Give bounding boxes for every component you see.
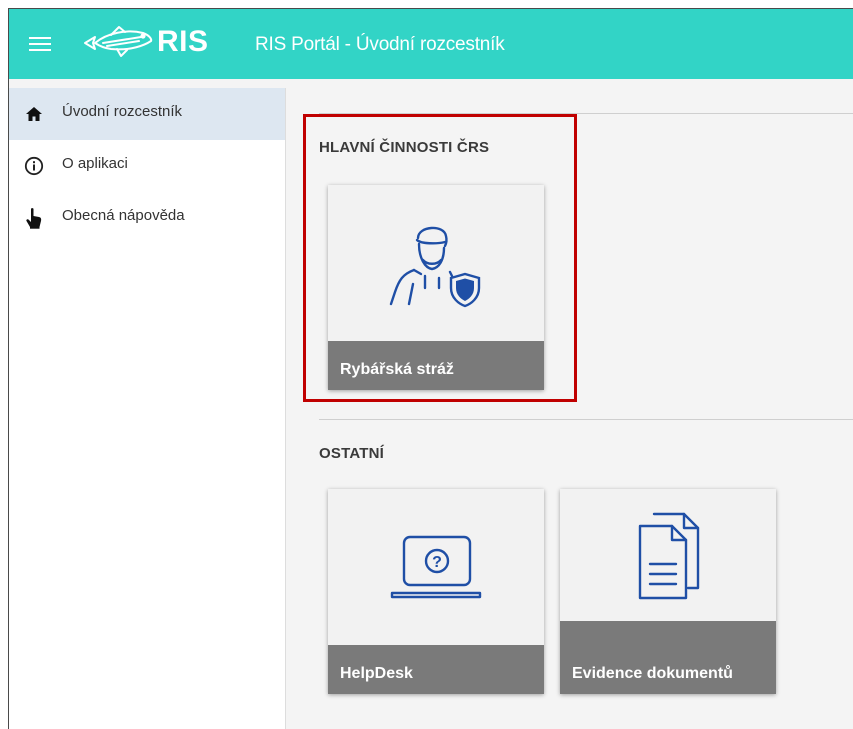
section-title-main: HLAVNÍ ČINNOSTI ČRS: [319, 139, 490, 156]
tile-evidence-dokumentu[interactable]: Evidence dokumentů: [560, 489, 776, 694]
sidebar-item-home[interactable]: Úvodní rozcestník: [9, 88, 285, 140]
tile-rybarska-straz[interactable]: Rybářská stráž: [328, 185, 544, 390]
sidebar-item-help[interactable]: Obecná nápověda: [9, 192, 285, 244]
sidebar-item-label: Úvodní rozcestník: [62, 102, 183, 120]
tile-art: [560, 489, 776, 619]
documents-icon: [638, 512, 700, 600]
laptop-question-icon: ?: [390, 535, 482, 599]
logo-text: RIS: [157, 25, 209, 58]
sidebar-item-label: O aplikaci: [62, 154, 128, 172]
info-icon: [23, 155, 45, 177]
tile-label: Evidence dokumentů: [560, 621, 776, 694]
sidebar-item-label: Obecná nápověda: [62, 206, 185, 224]
pointing-hand-icon: [23, 207, 45, 229]
tile-art: [328, 185, 544, 341]
svg-text:?: ?: [432, 554, 442, 571]
divider: [319, 419, 853, 420]
app-frame: RIS RIS Portál - Úvodní rozcestník Úvodn…: [8, 8, 853, 729]
guard-shield-icon: [389, 226, 481, 308]
tile-label: HelpDesk: [328, 645, 544, 694]
tile-helpdesk[interactable]: ? HelpDesk: [328, 489, 544, 694]
page-title: RIS Portál - Úvodní rozcestník: [255, 34, 505, 55]
hamburger-icon[interactable]: [29, 33, 51, 55]
sidebar: Úvodní rozcestník O aplikaci Obecná nápo…: [9, 79, 286, 729]
tile-label: Rybářská stráž: [328, 341, 544, 390]
main-content: HLAVNÍ ČINNOSTI ČRS Rybářská stráž OSTAT…: [287, 79, 853, 729]
tile-art: ?: [328, 489, 544, 645]
app-logo[interactable]: RIS: [81, 19, 209, 65]
home-icon: [23, 103, 45, 125]
fish-logo-icon: [84, 26, 153, 57]
section-title-other: OSTATNÍ: [319, 445, 385, 462]
top-bar: RIS RIS Portál - Úvodní rozcestník: [9, 9, 853, 79]
sidebar-item-about[interactable]: O aplikaci: [9, 140, 285, 192]
